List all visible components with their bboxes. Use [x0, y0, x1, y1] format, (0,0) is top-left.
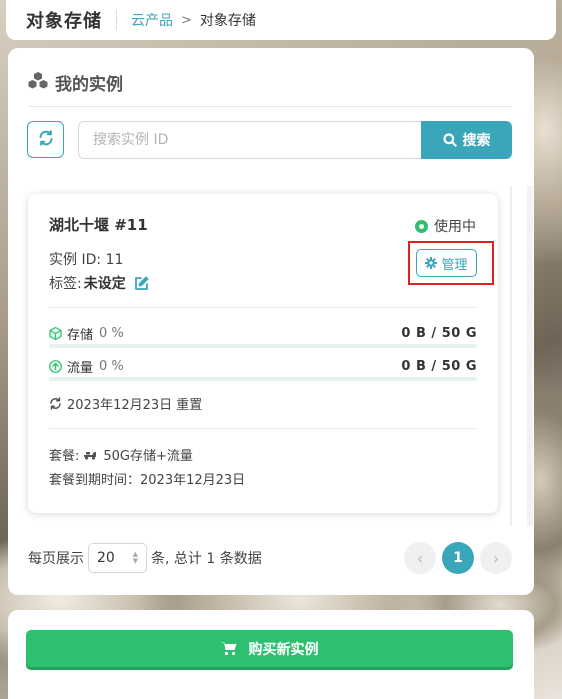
per-page-label: 每页展示 [28, 551, 84, 567]
tag-label: 标签: [49, 276, 82, 292]
edit-icon[interactable] [134, 276, 149, 291]
status-text: 使用中 [434, 219, 476, 235]
page-title: 对象存储 [26, 11, 102, 32]
refresh-icon [38, 129, 54, 150]
cart-icon [220, 641, 237, 656]
stepper-arrows-icon[interactable]: ▲ ▼ [133, 551, 138, 565]
buy-button-label: 购买新实例 [248, 641, 319, 658]
breadcrumb-parent-link[interactable]: 云产品 [131, 10, 173, 30]
instance-name: 湖北十堰 #11 [49, 216, 148, 234]
search-button-label: 搜索 [462, 133, 491, 149]
tag-value: 未设定 [83, 276, 126, 292]
instance-card: 湖北十堰 #11 使用中 实例 ID: 11 标签: 未设定 管理 存储 0 %… [28, 194, 498, 513]
storage-percent: 0 % [99, 326, 124, 341]
status-dot-icon [415, 219, 428, 233]
storage-amount: 0 B / 50 G [401, 326, 477, 341]
plan-value: 50G存储+流量 [103, 449, 193, 464]
instance-id: 实例 ID: 11 [49, 249, 123, 269]
storage-usage: 存储 0 % 0 B / 50 G [49, 324, 477, 343]
traffic-label: 流量 [67, 361, 94, 376]
repeat-icon [49, 397, 62, 410]
plan-label: 套餐: [49, 449, 80, 464]
plan-info: 套餐: 50G存储+流量 [49, 445, 193, 464]
storage-progress-bar [49, 344, 477, 348]
manage-button[interactable]: 管理 [416, 249, 477, 277]
plan-icon [83, 450, 97, 460]
page-size-value: 20 [97, 550, 115, 566]
prev-page-button[interactable]: ‹ [404, 542, 436, 574]
next-page-button[interactable]: › [480, 542, 512, 574]
buy-new-instance-button[interactable]: 购买新实例 [26, 630, 513, 667]
list-scrollbar[interactable] [527, 186, 533, 526]
traffic-percent: 0 % [99, 359, 124, 374]
search-icon [442, 133, 457, 147]
top-bar: 对象存储 云产品 > 对象存储 [6, 0, 556, 40]
card-divider [49, 307, 477, 308]
traffic-amount: 0 B / 50 G [401, 359, 477, 374]
instance-tag: 标签: 未设定 [49, 273, 149, 293]
manage-button-label: 管理 [441, 257, 468, 273]
instance-id-label: 实例 ID: [49, 252, 102, 268]
pager: ‹ 1 › [398, 542, 512, 574]
breadcrumb-current: 对象存储 [199, 13, 256, 29]
panel-header: 我的实例 [28, 70, 123, 95]
buy-panel: 购买新实例 [8, 610, 534, 699]
header-divider [28, 106, 512, 107]
reset-date-text: 2023年12月23日 重置 [67, 398, 203, 413]
pagination-bar: 每页展示 20 ▲ ▼ 条, 总计 1 条数据 ‹ 1 › [28, 542, 512, 574]
breadcrumb-separator: > [181, 12, 192, 28]
refresh-button[interactable] [27, 121, 64, 158]
panel-title: 我的实例 [55, 75, 123, 95]
instance-id-value: 11 [105, 252, 124, 268]
current-page-button[interactable]: 1 [442, 542, 474, 574]
search-input[interactable] [78, 121, 422, 159]
page-size-stepper[interactable]: 20 ▲ ▼ [88, 543, 147, 573]
list-scroll-divider [510, 186, 512, 526]
gear-icon [425, 257, 438, 269]
breadcrumb: 云产品 > 对象存储 [131, 10, 256, 30]
plan-expiry: 套餐到期时间：2023年12月23日 [49, 473, 246, 488]
traffic-usage: 流量 0 % 0 B / 50 G [49, 357, 477, 376]
title-divider [116, 10, 117, 30]
storage-label: 存储 [67, 328, 94, 343]
traffic-progress-bar [49, 377, 477, 381]
search-button[interactable]: 搜索 [421, 121, 512, 159]
cubes-icon [28, 71, 48, 94]
storage-icon [49, 327, 62, 340]
reset-date: 2023年12月23日 重置 [49, 394, 202, 413]
status-badge: 使用中 [415, 216, 476, 236]
instances-panel: 我的实例 搜索 湖北十堰 #11 使用中 实例 [8, 48, 534, 595]
card-divider-2 [49, 428, 477, 429]
pagination-summary: 条, 总计 1 条数据 [151, 551, 262, 567]
upload-cloud-icon [49, 360, 62, 373]
